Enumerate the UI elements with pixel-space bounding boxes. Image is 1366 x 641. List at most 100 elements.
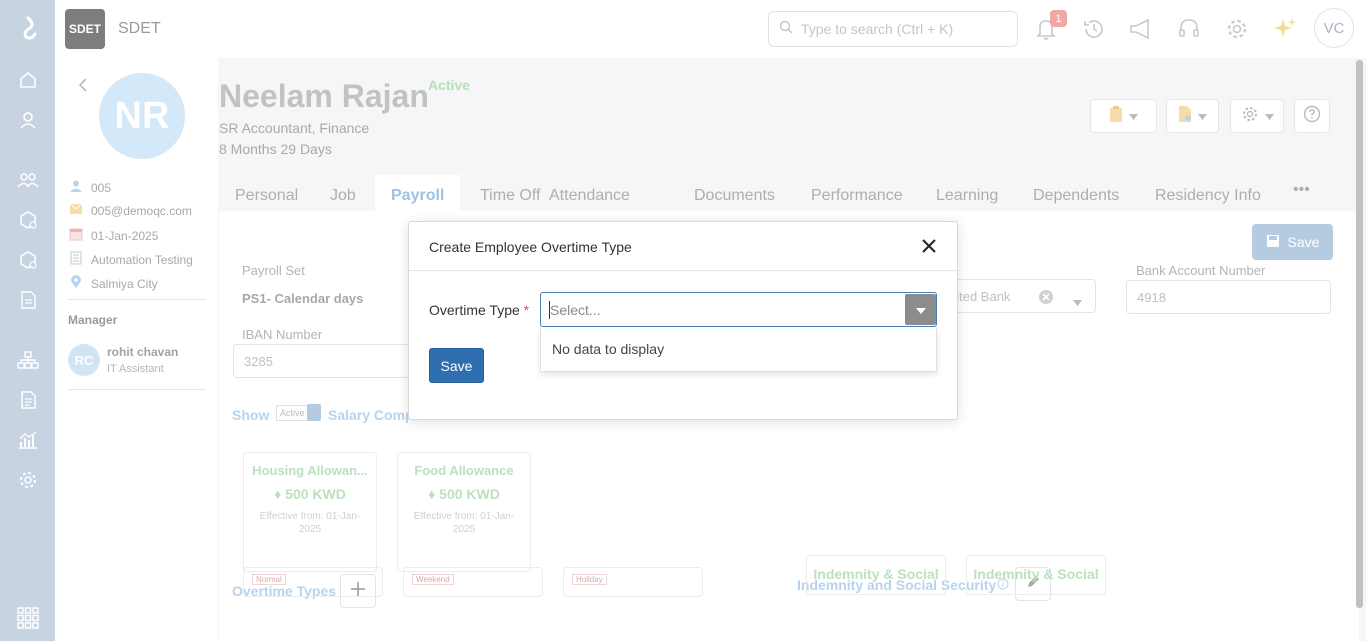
tab-documents[interactable]: Documents: [678, 175, 791, 211]
file-icon: [1178, 105, 1192, 128]
indemnity-card[interactable]: Indemnity & Social: [966, 555, 1106, 595]
overtime-type-card[interactable]: Holiday: [563, 567, 703, 597]
payroll-save-button[interactable]: Save: [1252, 224, 1333, 260]
bank-value: nited Bank: [949, 288, 1011, 304]
employee-location: Salmiya City: [91, 276, 158, 291]
history-icon[interactable]: [1080, 15, 1108, 43]
left-rail: [0, 0, 55, 641]
sparkle-icon[interactable]: [1271, 15, 1299, 43]
megaphone-icon[interactable]: [1127, 15, 1155, 43]
payroll-save-label: Save: [1287, 234, 1320, 250]
search-placeholder: Type to search (Ctrl + K): [801, 21, 954, 37]
logo-icon[interactable]: [16, 16, 40, 40]
employee-profile-column: NR 005 005@demoqc.com 01-Jan-2025 Automa…: [55, 58, 218, 641]
apps-grid-icon[interactable]: [16, 606, 40, 630]
salary-card[interactable]: Housing Allowan... ♦ 500 KWD Effective f…: [243, 452, 377, 572]
employee-avatar: NR: [97, 71, 187, 161]
close-icon[interactable]: [920, 237, 938, 255]
indemnity-card[interactable]: Indemnity & Social: [806, 555, 946, 595]
clear-icon[interactable]: [1038, 289, 1054, 308]
salary-card[interactable]: Food Allowance ♦ 500 KWD Effective from:…: [397, 452, 531, 572]
manager-avatar: RC: [68, 344, 100, 376]
chevron-down-icon: [915, 301, 926, 319]
salary-components-title: Salary Comp: [328, 407, 414, 423]
employee-tabs: Personal Job Payroll Time Off Attendance…: [219, 175, 1319, 211]
org-chart-icon[interactable]: [16, 348, 40, 372]
overtime-tag: Weekend: [412, 574, 454, 585]
chevron-down-icon: [1129, 107, 1138, 125]
gear-icon[interactable]: [1223, 15, 1251, 43]
tab-dependents[interactable]: Dependents: [1017, 175, 1135, 211]
overtime-type-label-text: Overtime Type: [429, 302, 520, 318]
bank-account-input[interactable]: 4918: [1126, 280, 1331, 314]
modal-title: Create Employee Overtime Type: [429, 239, 632, 255]
overtime-tag: Normal: [252, 574, 286, 585]
back-button[interactable]: [68, 70, 98, 100]
floppy-icon: [1266, 234, 1280, 251]
home-icon[interactable]: [16, 68, 40, 92]
tab-learning[interactable]: Learning: [920, 175, 1014, 211]
settings-menu-button[interactable]: [1230, 99, 1284, 133]
notification-badge: 1: [1050, 10, 1067, 27]
iban-input[interactable]: 3285: [233, 344, 413, 378]
salary-card-effective: Effective from: 01-Jan-2025: [259, 511, 361, 535]
payroll-set-value: PS1- Calendar days: [242, 291, 364, 306]
clipboard-menu-button[interactable]: [1090, 99, 1157, 133]
text-cursor: [549, 301, 550, 319]
tab-payroll[interactable]: Payroll: [375, 175, 461, 211]
employee-department: Automation Testing: [91, 252, 193, 267]
analytics-icon[interactable]: [16, 428, 40, 452]
bank-account-label: Bank Account Number: [1136, 263, 1266, 278]
overtime-type-label: Overtime Type *: [429, 302, 529, 318]
tab-job[interactable]: Job: [314, 175, 372, 211]
tab-performance[interactable]: Performance: [795, 175, 919, 211]
modal-save-button[interactable]: Save: [429, 348, 484, 383]
app-badge[interactable]: SDET: [65, 9, 105, 49]
active-toggle-tag[interactable]: Active: [276, 405, 309, 421]
employee-id: 005: [91, 180, 112, 195]
overtime-type-dropdown: No data to display: [540, 327, 937, 372]
page-scrollbar[interactable]: [1356, 60, 1363, 608]
overtime-type-placeholder: Select...: [550, 302, 601, 318]
salary-card-amount-value: 500 KWD: [439, 486, 500, 502]
manager-role: IT Assistant: [107, 363, 164, 375]
search-input[interactable]: Type to search (Ctrl + K): [768, 11, 1018, 47]
location-icon: [69, 275, 83, 292]
report-icon[interactable]: [16, 388, 40, 412]
employee-status: Active: [428, 77, 471, 93]
bank-select[interactable]: nited Bank: [945, 279, 1096, 313]
email-icon: [69, 203, 83, 218]
help-icon: [1303, 105, 1321, 128]
building-icon: [69, 251, 83, 268]
manager-label: Manager: [68, 313, 118, 327]
more-tabs-icon[interactable]: •••: [1277, 175, 1326, 211]
document-icon[interactable]: [16, 288, 40, 312]
salary-card-amount: ♦ 500 KWD: [398, 486, 530, 502]
money-bag-icon: ♦: [428, 486, 436, 502]
people-icon[interactable]: [16, 168, 40, 192]
employee-email: 005@demoqc.com: [91, 203, 192, 218]
tab-personal[interactable]: Personal: [219, 175, 314, 211]
box-settings-icon[interactable]: [16, 208, 40, 232]
headset-icon[interactable]: [1175, 15, 1203, 43]
chevron-down-icon: [1073, 294, 1082, 309]
help-button[interactable]: [1294, 99, 1330, 133]
overtime-type-card[interactable]: Weekend: [403, 567, 543, 597]
box-gear-icon[interactable]: [16, 248, 40, 272]
user-avatar[interactable]: VC: [1314, 8, 1354, 48]
tab-attendance[interactable]: Attendance: [533, 175, 646, 211]
settings-icon[interactable]: [16, 468, 40, 492]
top-bar: SDET SDET Type to search (Ctrl + K) 1 VC: [55, 0, 1366, 58]
file-menu-button[interactable]: [1166, 99, 1219, 133]
dropdown-toggle-button[interactable]: [905, 294, 936, 325]
employee-tenure: 8 Months 29 Days: [219, 141, 332, 157]
overtime-type-select[interactable]: Select...: [540, 292, 937, 327]
tab-residency-info[interactable]: Residency Info: [1139, 175, 1277, 211]
salary-card-title: Housing Allowan...: [252, 463, 368, 478]
manager-name[interactable]: rohit chavan: [107, 345, 178, 359]
show-label: Show: [232, 407, 270, 423]
person-icon[interactable]: [16, 108, 40, 132]
active-toggle[interactable]: [307, 404, 321, 421]
overtime-type-card[interactable]: Normal: [243, 567, 383, 597]
required-mark: *: [523, 302, 530, 318]
